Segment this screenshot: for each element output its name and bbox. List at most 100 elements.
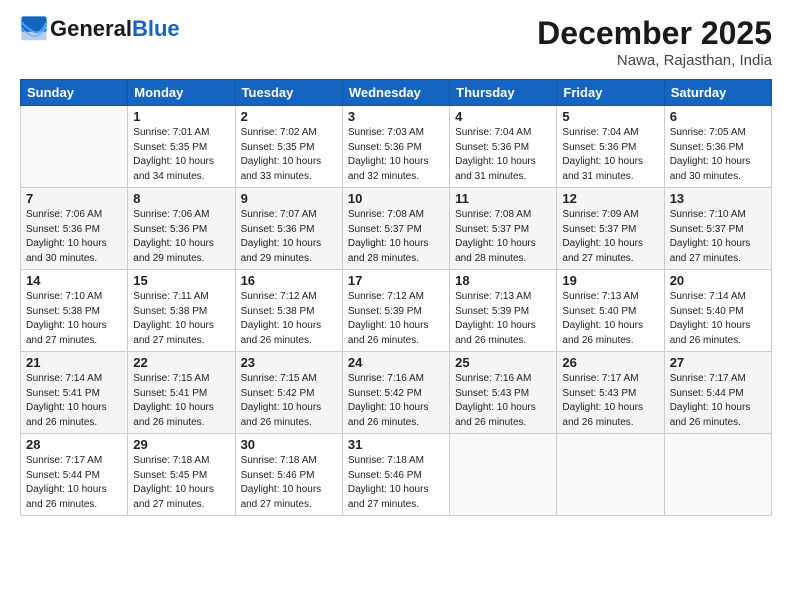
- cell-day-number: 23: [241, 355, 337, 370]
- cell-day-number: 14: [26, 273, 122, 288]
- cell-info: Sunrise: 7:06 AM Sunset: 5:36 PM Dayligh…: [26, 208, 122, 266]
- cell-info: Sunrise: 7:15 AM Sunset: 5:42 PM Dayligh…: [241, 372, 337, 430]
- calendar-cell: 17 Sunrise: 7:12 AM Sunset: 5:39 PM Dayli…: [342, 270, 449, 352]
- cell-day-number: 13: [670, 191, 766, 206]
- cell-day-number: 1: [133, 109, 229, 124]
- calendar-week-4: 21 Sunrise: 7:14 AM Sunset: 5:41 PM Dayli…: [21, 352, 772, 434]
- cell-day-number: 27: [670, 355, 766, 370]
- cell-day-number: 9: [241, 191, 337, 206]
- calendar-cell: 29 Sunrise: 7:18 AM Sunset: 5:45 PM Dayli…: [128, 434, 235, 516]
- cell-info: Sunrise: 7:08 AM Sunset: 5:37 PM Dayligh…: [455, 208, 551, 266]
- cell-info: Sunrise: 7:11 AM Sunset: 5:38 PM Dayligh…: [133, 290, 229, 348]
- cell-day-number: 19: [562, 273, 658, 288]
- calendar-cell: 16Sunrise: 7:12 AM Sunset: 5:38 PM Dayli…: [235, 270, 342, 352]
- cell-info: Sunrise: 7:17 AM Sunset: 5:44 PM Dayligh…: [26, 454, 122, 512]
- calendar-cell: 15 Sunrise: 7:11 AM Sunset: 5:38 PM Dayli…: [128, 270, 235, 352]
- calendar-cell: 26Sunrise: 7:17 AM Sunset: 5:43 PM Dayli…: [557, 352, 664, 434]
- logo-icon: [20, 15, 48, 43]
- cell-day-number: 24: [348, 355, 444, 370]
- cell-day-number: 15: [133, 273, 229, 288]
- calendar-cell: 12 Sunrise: 7:09 AM Sunset: 5:37 PM Dayli…: [557, 188, 664, 270]
- cell-info: Sunrise: 7:03 AM Sunset: 5:36 PM Dayligh…: [348, 126, 444, 184]
- calendar-cell: 11 Sunrise: 7:08 AM Sunset: 5:37 PM Dayli…: [450, 188, 557, 270]
- cell-day-number: 3: [348, 109, 444, 124]
- logo: GeneralBlue: [20, 15, 180, 43]
- title-area: December 2025 Nawa, Rajasthan, India: [537, 15, 772, 69]
- cell-day-number: 17: [348, 273, 444, 288]
- cell-info: Sunrise: 7:04 AM Sunset: 5:36 PM Dayligh…: [562, 126, 658, 184]
- calendar-cell: 3 Sunrise: 7:03 AM Sunset: 5:36 PM Daylig…: [342, 106, 449, 188]
- column-header-friday: Friday: [557, 80, 664, 106]
- cell-info: Sunrise: 7:06 AM Sunset: 5:36 PM Dayligh…: [133, 208, 229, 266]
- calendar-cell: 13 Sunrise: 7:10 AM Sunset: 5:37 PM Dayli…: [664, 188, 771, 270]
- calendar-cell: 6 Sunrise: 7:05 AM Sunset: 5:36 PM Daylig…: [664, 106, 771, 188]
- column-header-saturday: Saturday: [664, 80, 771, 106]
- cell-info: Sunrise: 7:07 AM Sunset: 5:36 PM Dayligh…: [241, 208, 337, 266]
- column-header-wednesday: Wednesday: [342, 80, 449, 106]
- calendar-header-row: SundayMondayTuesdayWednesdayThursdayFrid…: [21, 80, 772, 106]
- calendar-cell: [664, 434, 771, 516]
- calendar-cell: 21 Sunrise: 7:14 AM Sunset: 5:41 PM Dayli…: [21, 352, 128, 434]
- cell-day-number: 29: [133, 437, 229, 452]
- calendar-cell: 27 Sunrise: 7:17 AM Sunset: 5:44 PM Dayli…: [664, 352, 771, 434]
- cell-day-number: 20: [670, 273, 766, 288]
- cell-info: Sunrise: 7:13 AM Sunset: 5:40 PM Dayligh…: [562, 290, 658, 348]
- cell-day-number: 6: [670, 109, 766, 124]
- cell-day-number: 4: [455, 109, 551, 124]
- cell-info: Sunrise: 7:18 AM Sunset: 5:46 PM Dayligh…: [348, 454, 444, 512]
- month-title: December 2025: [537, 15, 772, 52]
- cell-info: Sunrise: 7:09 AM Sunset: 5:37 PM Dayligh…: [562, 208, 658, 266]
- logo-text: GeneralBlue: [50, 18, 180, 40]
- page: GeneralBlue December 2025 Nawa, Rajastha…: [0, 0, 792, 612]
- calendar-week-2: 7 Sunrise: 7:06 AM Sunset: 5:36 PM Daylig…: [21, 188, 772, 270]
- cell-info: Sunrise: 7:14 AM Sunset: 5:41 PM Dayligh…: [26, 372, 122, 430]
- calendar-cell: 22Sunrise: 7:15 AM Sunset: 5:41 PM Dayli…: [128, 352, 235, 434]
- calendar-cell: 5Sunrise: 7:04 AM Sunset: 5:36 PM Daylig…: [557, 106, 664, 188]
- cell-day-number: 25: [455, 355, 551, 370]
- cell-info: Sunrise: 7:16 AM Sunset: 5:43 PM Dayligh…: [455, 372, 551, 430]
- calendar-cell: 4 Sunrise: 7:04 AM Sunset: 5:36 PM Daylig…: [450, 106, 557, 188]
- cell-day-number: 16: [241, 273, 337, 288]
- cell-day-number: 12: [562, 191, 658, 206]
- cell-info: Sunrise: 7:01 AM Sunset: 5:35 PM Dayligh…: [133, 126, 229, 184]
- cell-day-number: 10: [348, 191, 444, 206]
- cell-day-number: 28: [26, 437, 122, 452]
- calendar-cell: 8 Sunrise: 7:06 AM Sunset: 5:36 PM Daylig…: [128, 188, 235, 270]
- cell-info: Sunrise: 7:17 AM Sunset: 5:43 PM Dayligh…: [562, 372, 658, 430]
- cell-day-number: 11: [455, 191, 551, 206]
- calendar-cell: 10 Sunrise: 7:08 AM Sunset: 5:37 PM Dayli…: [342, 188, 449, 270]
- calendar: SundayMondayTuesdayWednesdayThursdayFrid…: [20, 79, 772, 516]
- calendar-cell: 1 Sunrise: 7:01 AM Sunset: 5:35 PM Daylig…: [128, 106, 235, 188]
- location: Nawa, Rajasthan, India: [537, 52, 772, 69]
- column-header-tuesday: Tuesday: [235, 80, 342, 106]
- cell-day-number: 7: [26, 191, 122, 206]
- calendar-cell: 28 Sunrise: 7:17 AM Sunset: 5:44 PM Dayli…: [21, 434, 128, 516]
- cell-info: Sunrise: 7:18 AM Sunset: 5:45 PM Dayligh…: [133, 454, 229, 512]
- calendar-cell: 24 Sunrise: 7:16 AM Sunset: 5:42 PM Dayli…: [342, 352, 449, 434]
- calendar-cell: 23 Sunrise: 7:15 AM Sunset: 5:42 PM Dayli…: [235, 352, 342, 434]
- cell-info: Sunrise: 7:10 AM Sunset: 5:38 PM Dayligh…: [26, 290, 122, 348]
- cell-info: Sunrise: 7:02 AM Sunset: 5:35 PM Dayligh…: [241, 126, 337, 184]
- cell-info: Sunrise: 7:10 AM Sunset: 5:37 PM Dayligh…: [670, 208, 766, 266]
- calendar-cell: 19 Sunrise: 7:13 AM Sunset: 5:40 PM Dayli…: [557, 270, 664, 352]
- cell-info: Sunrise: 7:08 AM Sunset: 5:37 PM Dayligh…: [348, 208, 444, 266]
- column-header-sunday: Sunday: [21, 80, 128, 106]
- cell-info: Sunrise: 7:04 AM Sunset: 5:36 PM Dayligh…: [455, 126, 551, 184]
- calendar-cell: 18Sunrise: 7:13 AM Sunset: 5:39 PM Dayli…: [450, 270, 557, 352]
- header: GeneralBlue December 2025 Nawa, Rajastha…: [20, 15, 772, 69]
- cell-day-number: 21: [26, 355, 122, 370]
- calendar-cell: 25 Sunrise: 7:16 AM Sunset: 5:43 PM Dayli…: [450, 352, 557, 434]
- column-header-thursday: Thursday: [450, 80, 557, 106]
- cell-day-number: 8: [133, 191, 229, 206]
- cell-info: Sunrise: 7:17 AM Sunset: 5:44 PM Dayligh…: [670, 372, 766, 430]
- calendar-cell: [557, 434, 664, 516]
- calendar-cell: 14 Sunrise: 7:10 AM Sunset: 5:38 PM Dayli…: [21, 270, 128, 352]
- cell-info: Sunrise: 7:05 AM Sunset: 5:36 PM Dayligh…: [670, 126, 766, 184]
- cell-info: Sunrise: 7:16 AM Sunset: 5:42 PM Dayligh…: [348, 372, 444, 430]
- cell-info: Sunrise: 7:14 AM Sunset: 5:40 PM Dayligh…: [670, 290, 766, 348]
- column-header-monday: Monday: [128, 80, 235, 106]
- calendar-cell: 2Sunrise: 7:02 AM Sunset: 5:35 PM Daylig…: [235, 106, 342, 188]
- cell-info: Sunrise: 7:12 AM Sunset: 5:39 PM Dayligh…: [348, 290, 444, 348]
- calendar-cell: 9 Sunrise: 7:07 AM Sunset: 5:36 PM Daylig…: [235, 188, 342, 270]
- cell-info: Sunrise: 7:15 AM Sunset: 5:41 PM Dayligh…: [133, 372, 229, 430]
